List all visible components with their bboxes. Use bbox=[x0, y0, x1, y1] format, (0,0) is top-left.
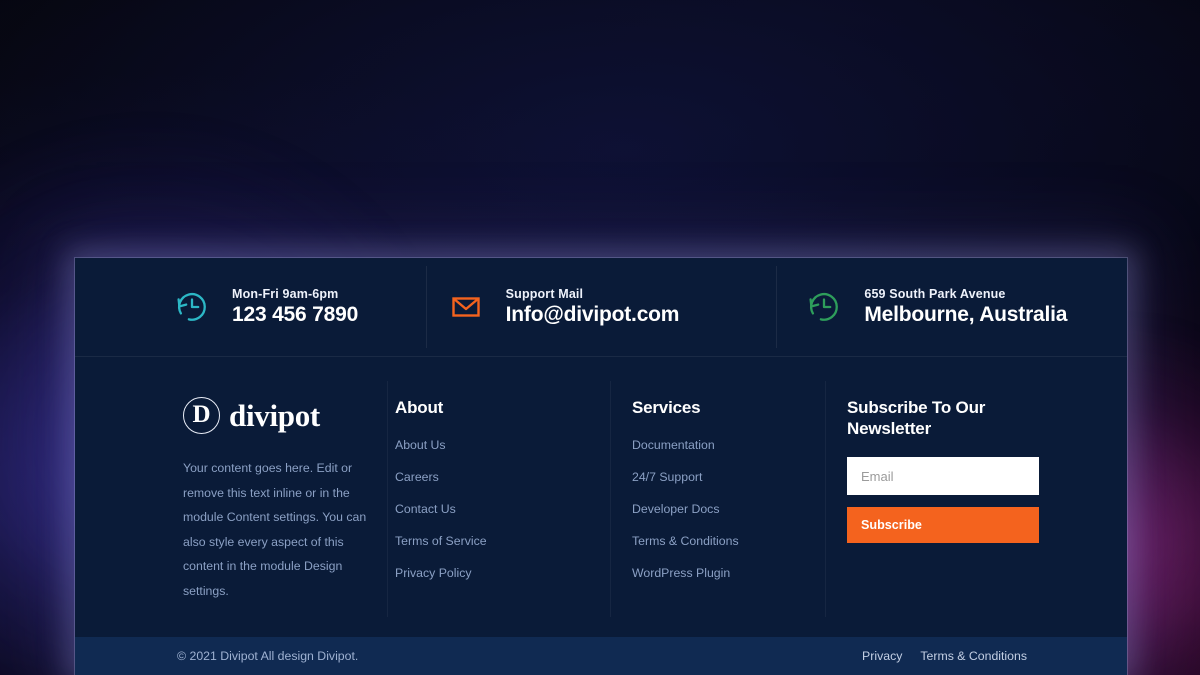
bottom-links: Privacy Terms & Conditions bbox=[862, 649, 1027, 663]
brand-description: Your content goes here. Edit or remove t… bbox=[183, 461, 367, 598]
list-item: 24/7 Support bbox=[632, 468, 825, 486]
contact-value-email: Info@divipot.com bbox=[505, 303, 680, 327]
column-title-about: About bbox=[395, 398, 444, 417]
subscribe-button[interactable]: Subscribe bbox=[847, 507, 1039, 544]
list-item: Privacy Policy bbox=[395, 564, 610, 582]
link-terms-and-conditions[interactable]: Terms & Conditions bbox=[920, 649, 1027, 663]
logo[interactable]: D divipot bbox=[183, 397, 395, 434]
link-developer-docs[interactable]: Developer Docs bbox=[632, 502, 719, 516]
about-column: About About Us Careers Contact Us Terms … bbox=[387, 381, 610, 637]
link-privacy[interactable]: Privacy bbox=[862, 649, 902, 663]
list-item: Terms of Service bbox=[395, 532, 610, 550]
contact-block-address: 659 South Park Avenue Melbourne, Austral… bbox=[776, 258, 1127, 356]
clock-rotate-left-icon bbox=[809, 292, 839, 321]
envelope-icon bbox=[451, 297, 480, 317]
contact-value-phone: 123 456 7890 bbox=[232, 303, 359, 327]
list-item: WordPress Plugin bbox=[632, 564, 825, 582]
link-documentation[interactable]: Documentation bbox=[632, 438, 715, 452]
contact-label: Mon-Fri 9am-6pm bbox=[232, 287, 339, 302]
page-stage: Mon-Fri 9am-6pm 123 456 7890 Support Mai… bbox=[0, 0, 1200, 675]
list-item: About Us bbox=[395, 436, 610, 454]
copyright-text: © 2021 Divipot All design Divipot. bbox=[177, 649, 359, 663]
newsletter-column: Subscribe To Our Newsletter Subscribe bbox=[825, 381, 1127, 637]
link-privacy-policy[interactable]: Privacy Policy bbox=[395, 566, 472, 580]
footer-card: Mon-Fri 9am-6pm 123 456 7890 Support Mai… bbox=[75, 258, 1127, 675]
link-contact-us[interactable]: Contact Us bbox=[395, 502, 456, 516]
clock-rotate-left-icon bbox=[177, 292, 206, 321]
contact-block-hours: Mon-Fri 9am-6pm 123 456 7890 bbox=[75, 258, 426, 356]
link-about-us[interactable]: About Us bbox=[395, 438, 446, 452]
list-item: Documentation bbox=[632, 436, 825, 454]
footer-bottom-bar: © 2021 Divipot All design Divipot. Priva… bbox=[75, 637, 1127, 675]
services-column: Services Documentation 24/7 Support Deve… bbox=[610, 381, 825, 637]
contact-label: Support Mail bbox=[505, 287, 584, 302]
contact-block-mail: Support Mail Info@divipot.com bbox=[425, 258, 777, 356]
column-title-services: Services bbox=[632, 398, 701, 417]
contact-bar: Mon-Fri 9am-6pm 123 456 7890 Support Mai… bbox=[75, 258, 1127, 357]
footer-main: D divipot Your content goes here. Edit o… bbox=[75, 357, 1127, 637]
email-input[interactable] bbox=[847, 457, 1039, 496]
link-careers[interactable]: Careers bbox=[395, 470, 439, 484]
contact-value-location: Melbourne, Australia bbox=[864, 303, 1068, 327]
link-terms-conditions[interactable]: Terms & Conditions bbox=[632, 534, 739, 548]
services-link-list: Documentation 24/7 Support Developer Doc… bbox=[632, 436, 825, 582]
contact-label: 659 South Park Avenue bbox=[864, 287, 1006, 302]
list-item: Contact Us bbox=[395, 500, 610, 518]
link-terms-of-service[interactable]: Terms of Service bbox=[395, 534, 487, 548]
list-item: Careers bbox=[395, 468, 610, 486]
brand-column: D divipot Your content goes here. Edit o… bbox=[75, 397, 395, 637]
link-support[interactable]: 24/7 Support bbox=[632, 470, 702, 484]
list-item: Developer Docs bbox=[632, 500, 825, 518]
newsletter-title: Subscribe To Our Newsletter bbox=[847, 398, 986, 439]
about-link-list: About Us Careers Contact Us Terms of Ser… bbox=[395, 436, 610, 582]
logo-mark-icon: D bbox=[183, 397, 220, 434]
newsletter-form: Subscribe bbox=[847, 457, 1039, 544]
logo-wordmark: divipot bbox=[229, 397, 320, 433]
list-item: Terms & Conditions bbox=[632, 532, 825, 550]
link-wordpress-plugin[interactable]: WordPress Plugin bbox=[632, 566, 730, 580]
